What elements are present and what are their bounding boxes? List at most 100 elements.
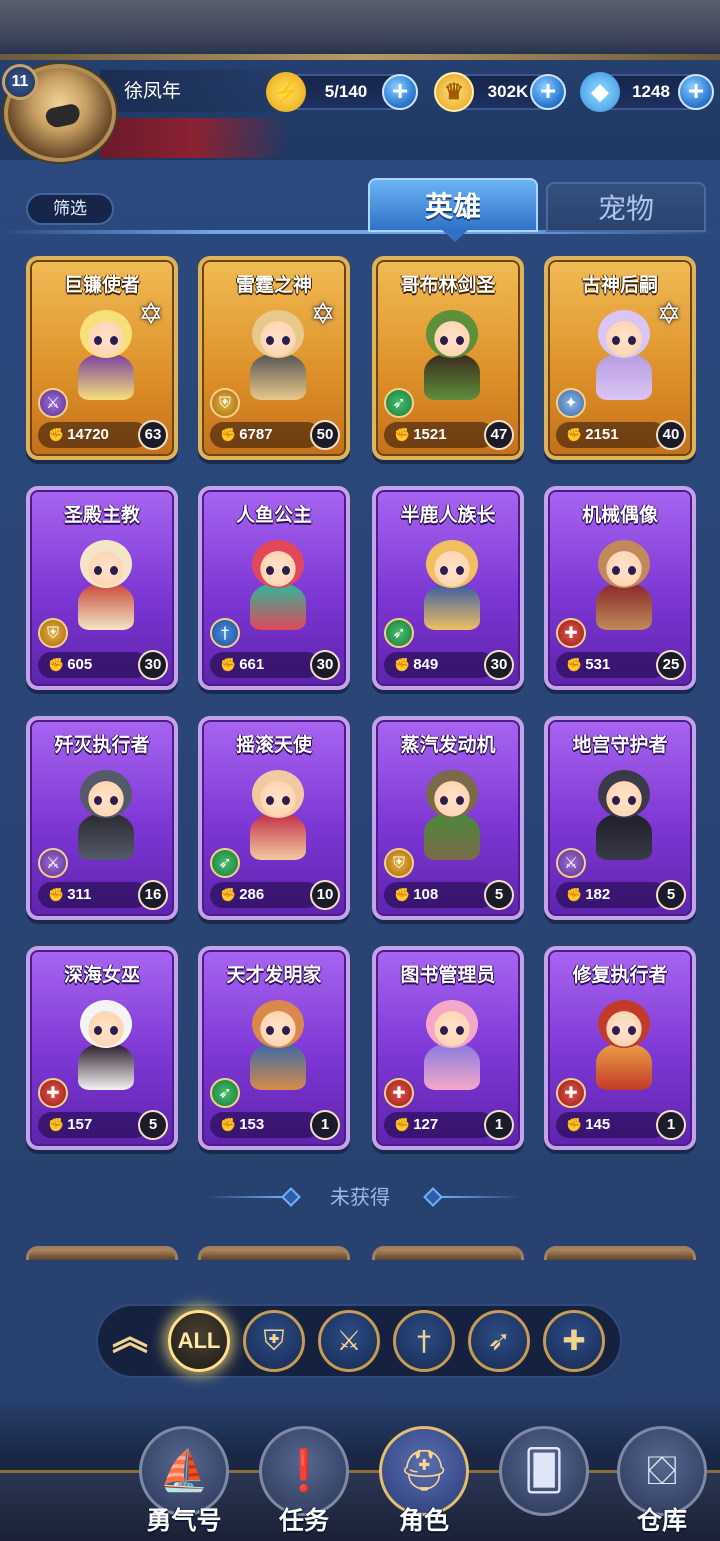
hero-card[interactable]: 地宫守护者 ⚔ ✊ 182 5 <box>544 716 696 920</box>
power-fist-icon: ✊ <box>566 1117 583 1132</box>
hero-power-value: 849 <box>413 656 439 673</box>
hero-card[interactable]: 哥布林剑圣 ➶ ✊ 1521 47 <box>372 256 524 460</box>
add-energy-button[interactable]: + <box>382 74 418 110</box>
power-fist-icon: ✊ <box>394 427 411 442</box>
hero-power-value: 14720 <box>67 426 109 443</box>
locked-hero-card[interactable] <box>372 1246 524 1260</box>
hero-card[interactable]: 修复执行者 ✚ ✊ 145 1 <box>544 946 696 1150</box>
shield-icon: ⛨ <box>38 618 68 648</box>
hero-head <box>598 310 650 358</box>
cross-icon: ✚ <box>38 1078 68 1108</box>
star-rank-icon: ✡ <box>138 297 164 332</box>
tab-pets[interactable]: 宠物 <box>546 182 706 232</box>
hero-card[interactable]: 古神后嗣 ✡ ✦ ✊ 2151 40 <box>544 256 696 460</box>
hero-level: 30 <box>484 650 514 680</box>
hero-eye <box>440 336 448 345</box>
hero-card[interactable]: 巨镰使者 ✡ ⚔ ✊ 14720 63 <box>26 256 178 460</box>
hero-head <box>598 1000 650 1048</box>
bow-icon: ➶ <box>210 1078 240 1108</box>
filter-button[interactable]: 筛选 <box>26 193 114 225</box>
nav-ship[interactable]: ⛵ 勇气号 <box>134 1426 234 1541</box>
hero-card[interactable]: 半鹿人族长 ➶ ✊ 849 30 <box>372 486 524 690</box>
hero-body <box>78 584 134 630</box>
hero-card[interactable]: 歼灭执行者 ⚔ ✊ 311 16 <box>26 716 178 920</box>
power-fist-icon: ✊ <box>220 1117 237 1132</box>
hero-head <box>80 770 132 818</box>
hero-card[interactable]: 圣殿主教 ⛨ ✊ 605 30 <box>26 486 178 690</box>
coin-counter: ♛ 302K + <box>434 72 566 112</box>
hero-card[interactable]: 人鱼公主 † ✊ 661 30 <box>198 486 350 690</box>
add-coins-button[interactable]: + <box>530 74 566 110</box>
hero-name: 地宫守护者 <box>572 734 668 756</box>
coin-icon: ♛ <box>434 72 474 112</box>
locked-hero-card[interactable] <box>544 1246 696 1260</box>
locked-hero-card[interactable] <box>198 1246 350 1260</box>
hero-body <box>424 354 480 400</box>
nav-warehouse[interactable]: ⛋ 仓库 <box>612 1426 712 1541</box>
card-icon: 🂠 <box>499 1426 589 1516</box>
hero-head <box>426 540 478 588</box>
hero-body <box>596 354 652 400</box>
nav-heroes[interactable]: ⛑ 角色 <box>374 1426 474 1541</box>
hero-power: ✊ 108 <box>384 882 494 908</box>
hero-body <box>250 584 306 630</box>
hero-card[interactable]: 蒸汽发动机 ⛨ ✊ 108 5 <box>372 716 524 920</box>
player-name: 徐凤年 <box>124 80 182 102</box>
bow-icon: ➶ <box>384 388 414 418</box>
tab-heroes[interactable]: 英雄 <box>368 178 538 242</box>
nav-cards[interactable]: 🂠 <box>494 1426 594 1541</box>
hero-card[interactable]: 雷霆之神 ✡ ⛨ ✊ 6787 50 <box>198 256 350 460</box>
class-filter-shield-icon[interactable]: ⛨ <box>243 1310 305 1372</box>
collapse-chevron-icon[interactable]: ︽ <box>108 1318 152 1362</box>
shield-icon: ⛨ <box>384 848 414 878</box>
hero-eye <box>282 796 290 805</box>
hero-power-value: 311 <box>67 886 92 903</box>
hero-head <box>252 1000 304 1048</box>
hero-eye <box>628 566 636 575</box>
hero-head <box>80 540 132 588</box>
hero-power: ✊ 286 <box>210 882 320 908</box>
energy-counter: ⚡ 5/140 + <box>266 72 418 112</box>
add-gems-button[interactable]: + <box>678 74 714 110</box>
nav-quests[interactable]: ❗ 任务 <box>254 1426 354 1541</box>
lightning-icon: ⚡ <box>266 72 306 112</box>
hero-portrait <box>232 764 324 864</box>
hero-card[interactable]: 深海女巫 ✚ ✊ 157 5 <box>26 946 178 1150</box>
hero-power: ✊ 127 <box>384 1112 494 1138</box>
hero-eye <box>440 566 448 575</box>
bow-icon: ➶ <box>210 848 240 878</box>
hero-portrait <box>578 764 670 864</box>
hero-body <box>78 354 134 400</box>
hero-card[interactable]: 摇滚天使 ➶ ✊ 286 10 <box>198 716 350 920</box>
hero-head <box>80 310 132 358</box>
gem-counter: ◆ 1248 + <box>580 72 714 112</box>
class-filter-all[interactable]: ALL <box>168 1310 230 1372</box>
hero-power: ✊ 605 <box>38 652 148 678</box>
hero-body <box>424 1044 480 1090</box>
hero-head <box>598 770 650 818</box>
class-filter-axe-icon[interactable]: ⚔ <box>318 1310 380 1372</box>
hero-card[interactable]: 天才发明家 ➶ ✊ 153 1 <box>198 946 350 1150</box>
hero-eye <box>110 1026 118 1035</box>
hero-name: 哥布林剑圣 <box>400 274 496 296</box>
hero-power-value: 6787 <box>239 426 273 443</box>
hero-card[interactable]: 机械偶像 ✚ ✊ 531 25 <box>544 486 696 690</box>
hero-eye <box>456 566 464 575</box>
hero-eye <box>110 566 118 575</box>
hero-level: 1 <box>656 1110 686 1140</box>
hero-power: ✊ 1521 <box>384 422 494 448</box>
hero-eye <box>266 796 274 805</box>
class-filter-sword-icon[interactable]: † <box>393 1310 455 1372</box>
hero-card[interactable]: 图书管理员 ✚ ✊ 127 1 <box>372 946 524 1150</box>
shield-icon: ⛨ <box>210 388 240 418</box>
mage-icon: ✦ <box>556 388 586 418</box>
class-filter-bow-icon[interactable]: ➶ <box>468 1310 530 1372</box>
power-fist-icon: ✊ <box>566 427 583 442</box>
hero-portrait <box>578 994 670 1094</box>
star-rank-icon: ✡ <box>310 297 336 332</box>
cross-icon: ✚ <box>384 1078 414 1108</box>
class-filter-cross-icon[interactable]: ✚ <box>543 1310 605 1372</box>
locked-hero-card[interactable] <box>26 1246 178 1260</box>
hero-power-value: 182 <box>585 886 611 903</box>
hero-power: ✊ 531 <box>556 652 666 678</box>
